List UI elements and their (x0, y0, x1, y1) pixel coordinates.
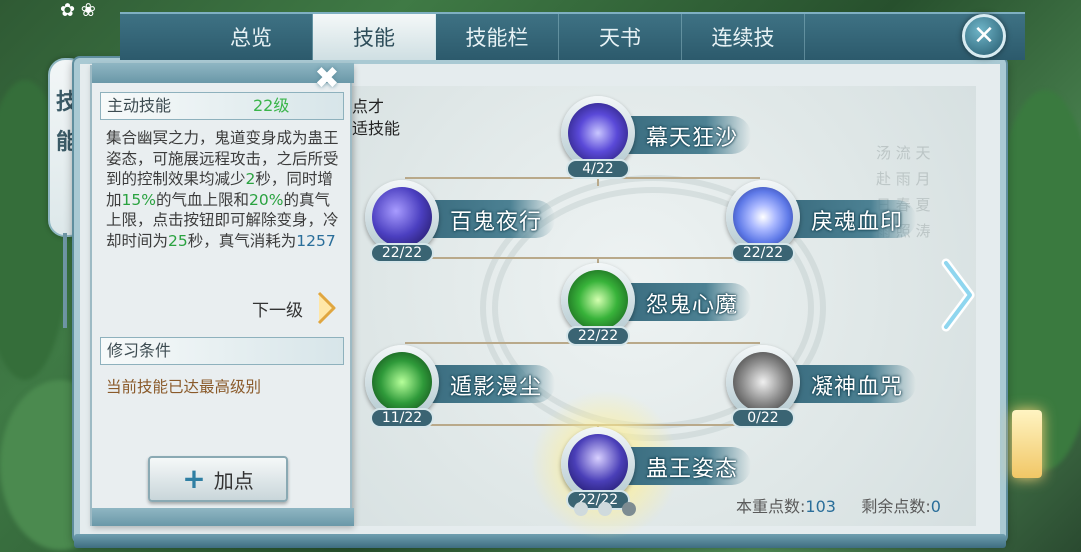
next-level-label: 下一级 (252, 301, 303, 321)
next-page-arrow-icon[interactable] (938, 255, 978, 335)
skill-name: 怨鬼心魔 (646, 293, 739, 318)
section-title: 主动技能 (107, 96, 172, 115)
skill-name: 百鬼夜行 (450, 210, 543, 235)
description-segment: 15% (121, 190, 156, 209)
skill-level-badge: 22级 (253, 96, 290, 115)
skill-level: 4/22 (566, 159, 630, 179)
skill-node-dunying-manchen[interactable]: 遁影漫尘 11/22 (365, 345, 565, 428)
skill-name: 遁影漫尘 (450, 375, 543, 400)
spent-points-label: 本重点数: (736, 497, 806, 516)
lightning-skill-icon (372, 187, 432, 247)
skill-name: 凝神血咒 (811, 375, 904, 400)
page-dot-active[interactable] (622, 502, 636, 516)
skill-level: 22/22 (370, 243, 434, 263)
skill-node-lihun-xueyin[interactable]: 戾魂血印 22/22 (726, 180, 926, 263)
lantern-decoration (1012, 410, 1042, 478)
description-segment: 2 (245, 170, 256, 188)
skill-description: 集合幽冥之力，鬼道变身成为蛊王姿态，可施展远程攻击，之后所受到的控制效果均减少2… (106, 128, 344, 251)
page-dot[interactable] (598, 502, 612, 516)
description-segment: 1257 (296, 231, 336, 250)
description-segment: 20% (248, 190, 284, 209)
spent-points-value: 103 (805, 497, 836, 516)
skill-level: 0/22 (731, 408, 795, 428)
description-segment: 25 (168, 231, 188, 250)
skill-node-ningshen-xuezhou[interactable]: 凝神血咒 0/22 (726, 345, 926, 428)
figure-skill-icon (568, 434, 628, 494)
obscured-line: 适技能 (352, 119, 401, 138)
page-dot[interactable] (574, 502, 588, 516)
page-indicator (574, 502, 636, 516)
description-segment: 秒，真气消耗为 (187, 231, 297, 250)
skill-node-yuangui-xinmo[interactable]: 怨鬼心魔 22/22 (561, 263, 761, 346)
plus-icon: + (182, 462, 206, 495)
conditions-header: 修习条件 (100, 337, 344, 365)
next-level-button[interactable]: 下一级 (252, 288, 342, 328)
spirit-swirl-skill-icon (568, 270, 628, 330)
skill-node-guwang-zitai[interactable]: 蛊王姿态 22/22 (561, 427, 761, 510)
panel-close-icon[interactable]: ✖ (312, 64, 342, 94)
skill-points: 本重点数:103 剩余点数:0 (736, 493, 941, 517)
add-point-button[interactable]: + 加点 (148, 456, 288, 502)
shield-skill-icon (372, 352, 432, 412)
shield-gray-skill-icon (733, 352, 793, 412)
skill-name: 幕天狂沙 (646, 126, 739, 151)
obscured-text: 点才 适技能 (352, 96, 400, 140)
chevron-right-icon (317, 291, 336, 325)
conditions-text: 当前技能已达最高级别 (106, 378, 262, 396)
remaining-points-label: 剩余点数: (861, 497, 931, 516)
conditions-title: 修习条件 (107, 341, 172, 360)
skill-node-baigui-yexing[interactable]: 百鬼夜行 22/22 (365, 180, 565, 263)
obscured-line: 点才 (352, 97, 385, 116)
skill-level: 22/22 (731, 243, 795, 263)
skill-level: 22/22 (566, 326, 630, 346)
skill-name: 戾魂血印 (811, 210, 904, 235)
sand-storm-skill-icon (568, 103, 628, 163)
skill-node-mutian-kuangsha[interactable]: 幕天狂沙 4/22 (561, 96, 761, 179)
seal-skill-icon (733, 187, 793, 247)
panel-bottom-bar (92, 508, 354, 526)
add-point-label: 加点 (213, 468, 254, 493)
skill-name: 蛊王姿态 (646, 457, 739, 482)
remaining-points-value: 0 (930, 497, 941, 516)
description-segment: 的气血上限和 (155, 190, 249, 209)
active-skill-header: 主动技能 22级 (100, 92, 344, 120)
skill-level: 11/22 (370, 408, 434, 428)
